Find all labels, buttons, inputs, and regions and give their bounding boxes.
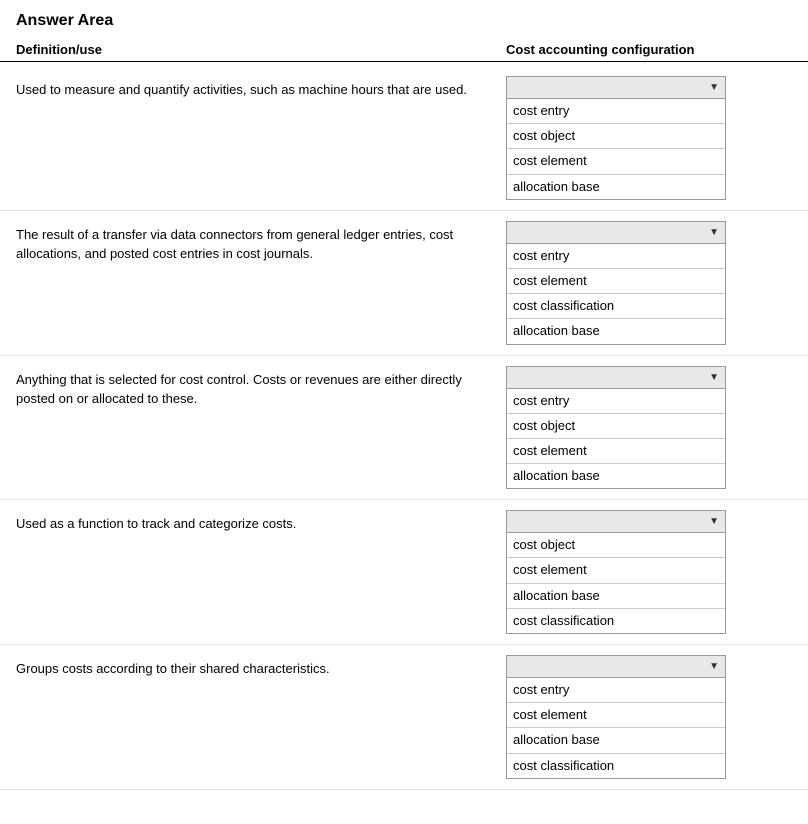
row-5-option-2[interactable]: cost element xyxy=(507,703,725,728)
row-5-dropdown-arrow-icon: ▼ xyxy=(709,661,719,672)
row-3-dropdown-arrow-icon: ▼ xyxy=(709,372,719,383)
row-5-dropdown-header[interactable]: ▼ xyxy=(507,656,725,678)
header-config: Cost accounting configuration xyxy=(506,42,792,57)
row-1: Used to measure and quantify activities,… xyxy=(0,66,808,211)
header-definition: Definition/use xyxy=(16,42,506,57)
row-4: Used as a function to track and categori… xyxy=(0,500,808,645)
row-4-option-1[interactable]: cost object xyxy=(507,533,725,558)
row-5-description: Groups costs according to their shared c… xyxy=(16,655,506,679)
row-2-option-3[interactable]: cost classification xyxy=(507,294,725,319)
row-2-dropdown-container: ▼ cost entrycost elementcost classificati… xyxy=(506,221,792,345)
row-2-dropdown[interactable]: ▼ cost entrycost elementcost classificati… xyxy=(506,221,726,345)
row-4-dropdown-header[interactable]: ▼ xyxy=(507,511,725,533)
row-4-description: Used as a function to track and categori… xyxy=(16,510,506,534)
row-3-dropdown-container: ▼ cost entrycost objectcost elementalloca… xyxy=(506,366,792,490)
row-2-option-1[interactable]: cost entry xyxy=(507,244,725,269)
row-3-dropdown[interactable]: ▼ cost entrycost objectcost elementalloca… xyxy=(506,366,726,490)
row-1-dropdown-arrow-icon: ▼ xyxy=(709,82,719,93)
row-3-option-3[interactable]: cost element xyxy=(507,439,725,464)
row-4-option-2[interactable]: cost element xyxy=(507,558,725,583)
row-3-description: Anything that is selected for cost contr… xyxy=(16,366,506,409)
row-2-option-2[interactable]: cost element xyxy=(507,269,725,294)
row-4-option-4[interactable]: cost classification xyxy=(507,609,725,633)
row-1-option-4[interactable]: allocation base xyxy=(507,175,725,199)
row-1-dropdown[interactable]: ▼ cost entrycost objectcost elementalloca… xyxy=(506,76,726,200)
row-2-description: The result of a transfer via data connec… xyxy=(16,221,506,264)
row-5-dropdown[interactable]: ▼ cost entrycost elementallocation baseco… xyxy=(506,655,726,779)
row-1-option-3[interactable]: cost element xyxy=(507,149,725,174)
row-3-dropdown-header[interactable]: ▼ xyxy=(507,367,725,389)
row-2-option-4[interactable]: allocation base xyxy=(507,319,725,343)
row-3: Anything that is selected for cost contr… xyxy=(0,356,808,501)
row-2: The result of a transfer via data connec… xyxy=(0,211,808,356)
row-1-dropdown-header[interactable]: ▼ xyxy=(507,77,725,99)
row-3-option-4[interactable]: allocation base xyxy=(507,464,725,488)
row-5-option-4[interactable]: cost classification xyxy=(507,754,725,778)
row-4-dropdown-container: ▼ cost objectcost elementallocation basec… xyxy=(506,510,792,634)
row-5-option-3[interactable]: allocation base xyxy=(507,728,725,753)
rows-container: Used to measure and quantify activities,… xyxy=(0,66,808,790)
row-2-dropdown-arrow-icon: ▼ xyxy=(709,227,719,238)
row-1-option-2[interactable]: cost object xyxy=(507,124,725,149)
row-2-dropdown-header[interactable]: ▼ xyxy=(507,222,725,244)
row-4-dropdown[interactable]: ▼ cost objectcost elementallocation basec… xyxy=(506,510,726,634)
row-1-dropdown-container: ▼ cost entrycost objectcost elementalloca… xyxy=(506,76,792,200)
row-5-option-1[interactable]: cost entry xyxy=(507,678,725,703)
row-5-dropdown-container: ▼ cost entrycost elementallocation baseco… xyxy=(506,655,792,779)
row-4-option-3[interactable]: allocation base xyxy=(507,584,725,609)
row-5: Groups costs according to their shared c… xyxy=(0,645,808,790)
row-3-option-2[interactable]: cost object xyxy=(507,414,725,439)
row-1-description: Used to measure and quantify activities,… xyxy=(16,76,506,100)
row-3-option-1[interactable]: cost entry xyxy=(507,389,725,414)
answer-area-title: Answer Area xyxy=(0,0,808,38)
row-1-option-1[interactable]: cost entry xyxy=(507,99,725,124)
row-4-dropdown-arrow-icon: ▼ xyxy=(709,516,719,527)
table-header: Definition/use Cost accounting configura… xyxy=(0,38,808,62)
